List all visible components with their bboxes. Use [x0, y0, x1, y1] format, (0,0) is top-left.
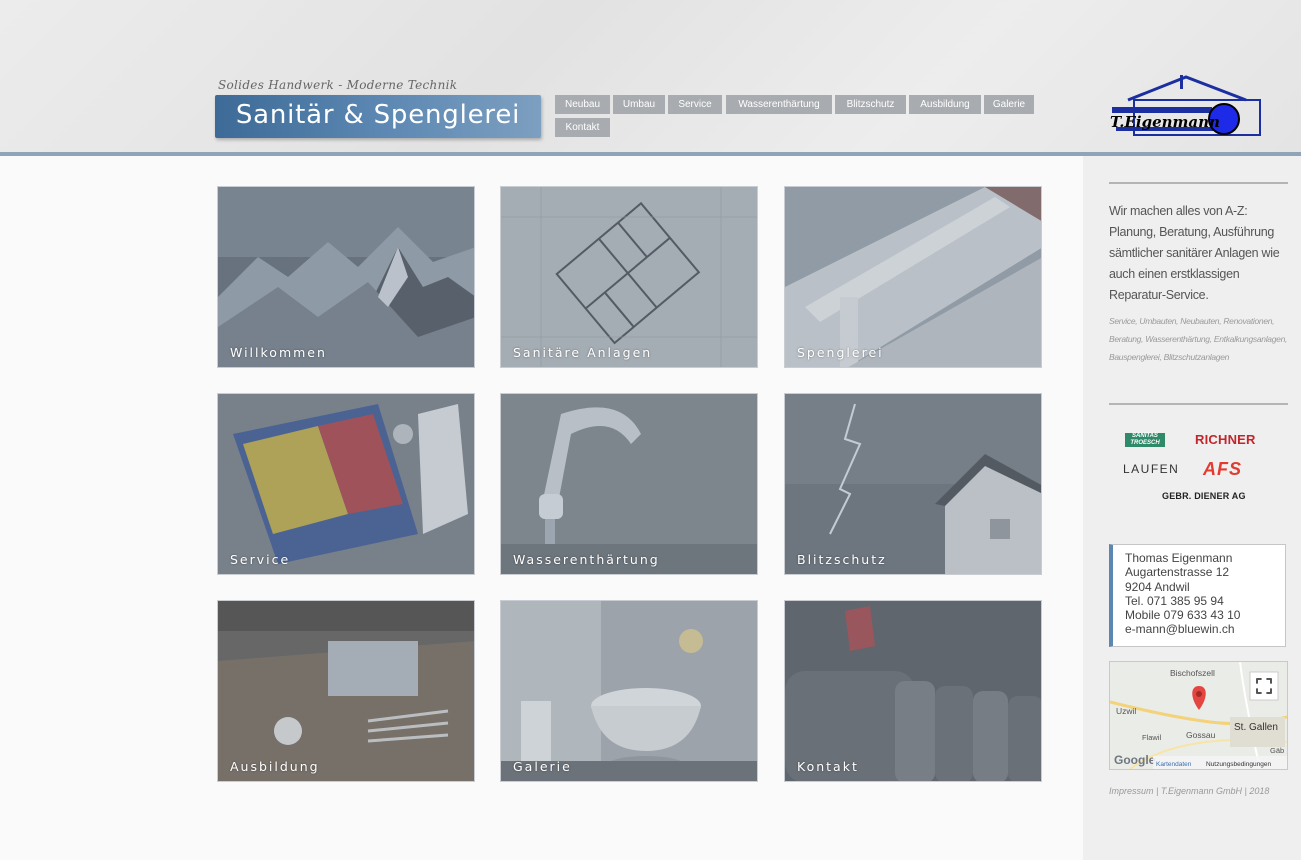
map-place-uzwil: Uzwil: [1116, 706, 1136, 716]
tile-blitzschutz[interactable]: Blitzschutz: [784, 393, 1042, 575]
company-logo[interactable]: T.Eigenmann: [1108, 72, 1263, 140]
nav-item-umbau[interactable]: Umbau: [613, 95, 665, 114]
brand-logo-laufen[interactable]: LAUFEN: [1123, 462, 1179, 476]
google-logo: Google: [1114, 753, 1156, 767]
brand-logo-afs[interactable]: AFS: [1203, 459, 1242, 480]
tile-label: Spenglerei: [797, 345, 884, 360]
contact-email[interactable]: e-mann@bluewin.ch: [1113, 622, 1285, 636]
nav-item-galerie[interactable]: Galerie: [984, 95, 1034, 114]
tagline: Solides Handwerk - Moderne Technik: [218, 78, 458, 92]
intro-text: Wir machen alles von A-Z: Planung, Berat…: [1109, 204, 1280, 302]
nav-item-wasserenthaertung[interactable]: Wasserenthärtung: [726, 95, 832, 114]
tile-label: Sanitäre Anlagen: [513, 345, 653, 360]
site-title-banner[interactable]: Sanitär & Spenglerei: [215, 95, 541, 138]
partner-logos: SANITAS TROESCH RICHNER LAUFEN AFS GEBR.…: [1109, 427, 1288, 513]
brand-logo-richner[interactable]: RICHNER: [1195, 432, 1256, 447]
contact-card: Thomas Eigenmann Augartenstrasse 12 9204…: [1109, 544, 1286, 647]
nav-item-neubau[interactable]: Neubau: [555, 95, 610, 114]
map-place-gaeb: Gäb: [1270, 746, 1284, 755]
tile-label: Ausbildung: [230, 759, 320, 774]
tile-label: Willkommen: [230, 345, 327, 360]
tile-sanitaere-anlagen[interactable]: Sanitäre Anlagen: [500, 186, 758, 368]
site-title: Sanitär & Spenglerei: [235, 100, 521, 130]
brand-logo-diener[interactable]: GEBR. DIENER AG: [1162, 491, 1246, 501]
tile-wasserenthaertung[interactable]: Wasserenthärtung: [500, 393, 758, 575]
contact-phone[interactable]: Tel. 071 385 95 94: [1113, 594, 1285, 608]
tile-spenglerei[interactable]: Spenglerei: [784, 186, 1042, 368]
brand-logo-sanitas[interactable]: SANITAS TROESCH: [1125, 433, 1165, 447]
tile-label: Kontakt: [797, 759, 859, 774]
map-terms-link: Nutzungsbedingungen: [1206, 761, 1271, 768]
tile-label: Service: [230, 552, 291, 567]
map-place-gossau: Gossau: [1186, 730, 1216, 740]
tile-label: Wasserenthärtung: [513, 552, 660, 567]
contact-mobile[interactable]: Mobile 079 633 43 10: [1113, 608, 1285, 622]
nav-item-kontakt[interactable]: Kontakt: [555, 118, 610, 137]
contact-name: Thomas Eigenmann: [1125, 551, 1233, 565]
tile-galerie[interactable]: Galerie: [500, 600, 758, 782]
map-place-flawil: Flawil: [1142, 733, 1162, 742]
tile-ausbildung[interactable]: Ausbildung: [217, 600, 475, 782]
nav-item-service[interactable]: Service: [668, 95, 722, 114]
nav-item-blitzschutz[interactable]: Blitzschutz: [835, 95, 906, 114]
contact-city: 9204 Andwil: [1125, 579, 1190, 594]
location-map[interactable]: Bischofszell Uzwil Gossau St. Gallen Fla…: [1109, 661, 1288, 770]
contact-street: Augartenstrasse 12: [1125, 565, 1230, 580]
sidebar-divider: [1109, 403, 1288, 405]
tile-kontakt[interactable]: Kontakt: [784, 600, 1042, 782]
footer-text[interactable]: Impressum | T.Eigenmann GmbH | 2018: [1109, 786, 1269, 796]
nav-item-ausbildung[interactable]: Ausbildung: [909, 95, 981, 114]
sidebar-divider: [1109, 182, 1288, 184]
site-header: [0, 0, 1301, 153]
keywords-text: Service, Umbauten, Neubauten, Renovation…: [1109, 316, 1288, 362]
tile-service[interactable]: Service: [217, 393, 475, 575]
map-place-st-gallen: St. Gallen: [1234, 722, 1278, 733]
logo-text: T.Eigenmann: [1110, 113, 1220, 131]
map-place-bischofszell: Bischofszell: [1170, 668, 1215, 678]
tile-willkommen[interactable]: Willkommen: [217, 186, 475, 368]
tile-label: Blitzschutz: [797, 552, 887, 567]
map-attribution: Kartendaten: [1156, 761, 1192, 768]
tile-label: Galerie: [513, 759, 572, 774]
